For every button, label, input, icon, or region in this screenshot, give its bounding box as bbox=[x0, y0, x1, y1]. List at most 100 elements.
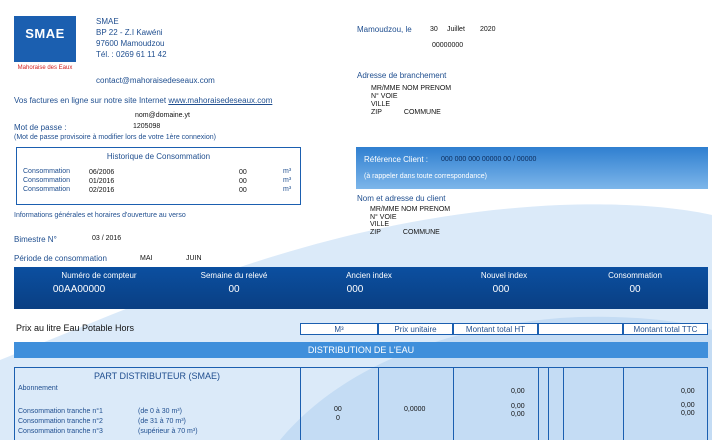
client-address-title: Nom et adresse du client bbox=[357, 194, 446, 203]
bimestre-label: Bimestre N° bbox=[14, 235, 57, 244]
client-address-commune: COMMUNE bbox=[402, 228, 440, 236]
price-label: Prix au litre Eau Potable Hors bbox=[16, 323, 135, 333]
period-from: MAI bbox=[140, 255, 153, 262]
history-row: Consommation bbox=[23, 177, 70, 184]
bimestre-value: 03 / 2016 bbox=[92, 235, 122, 242]
tranche-3-range: (supérieur à 70 m³) bbox=[138, 428, 198, 435]
company-address: SMAE BP 22 - Z.I Kawéni 97600 Mamoudzou … bbox=[96, 16, 167, 60]
client-ref-note: (à rappeler dans toute correspondance) bbox=[364, 173, 487, 180]
meter-value-week: 00 bbox=[228, 284, 240, 295]
history-title: Historique de Consommation bbox=[106, 152, 211, 161]
history-row-unit: m³ bbox=[283, 177, 292, 184]
history-row-unit: m³ bbox=[283, 186, 292, 193]
client-ref-value: 000 000 000 00000 00 / 00000 bbox=[441, 156, 537, 163]
branchement-title: Adresse de branchement bbox=[357, 71, 447, 80]
history-row-period: 06/2006 bbox=[89, 169, 115, 176]
meter-value-consumption: 00 bbox=[629, 284, 641, 295]
meter-value-new-index: 000 bbox=[492, 284, 510, 295]
online-invoices-label: Vos factures en ligne sur notre site Int… bbox=[14, 96, 169, 105]
meter-readings-band: Numéro de compteur Semaine du relevé Anc… bbox=[14, 267, 708, 309]
meter-header-old-index: Ancien index bbox=[346, 271, 392, 280]
history-row-unit: m³ bbox=[283, 168, 292, 175]
client-address-line2: N° VOIE bbox=[370, 213, 397, 221]
company-address-line2: 97600 Mamoudzou bbox=[96, 39, 165, 48]
history-row: Consommation bbox=[23, 186, 70, 193]
col-header-m3: M³ bbox=[300, 323, 378, 335]
history-row-label: Consommation bbox=[23, 177, 71, 184]
tranche-2-m3: 0 bbox=[336, 415, 340, 422]
tranche-1-ht: 0,00 bbox=[511, 403, 525, 410]
history-row-period: 02/2016 bbox=[89, 187, 115, 194]
meter-header-new-index: Nouvel index bbox=[480, 271, 528, 280]
invoice-number: 00000000 bbox=[432, 42, 464, 49]
tranche-unit-price: 0,0000 bbox=[404, 406, 426, 413]
history-row-label: Consommation bbox=[23, 168, 71, 175]
company-phone: Tél. : 0269 61 11 42 bbox=[96, 50, 167, 59]
meter-header-consumption: Consommation bbox=[608, 271, 662, 280]
col-header-total-ttc: Montant total TTC bbox=[623, 323, 708, 335]
tranche-2-range: (de 31 à 70 m³) bbox=[138, 418, 186, 425]
branchement-line2: N° VOIE bbox=[371, 93, 398, 100]
period-label: Période de consommation bbox=[14, 254, 107, 263]
password-label: Mot de passe : bbox=[14, 123, 67, 132]
branchement-commune: COMMUNE bbox=[403, 109, 441, 116]
login-email: nom@domaine.yt bbox=[135, 112, 190, 119]
company-address-line1: BP 22 - Z.I Kawéni bbox=[96, 28, 163, 37]
company-email[interactable]: contact@mahoraisedeseaux.com bbox=[96, 76, 215, 85]
distributor-title: PART DISTRIBUTEUR (SMAE) bbox=[93, 371, 220, 381]
branchement-line3: VILLE bbox=[371, 101, 391, 108]
client-ref-label: Référence Client : bbox=[364, 155, 429, 164]
client-reference-band: Référence Client : 000 000 000 00000 00 … bbox=[356, 147, 708, 189]
abonnement-ht: 0,00 bbox=[511, 388, 525, 395]
col-header-total-ht: Montant total HT bbox=[453, 323, 538, 335]
client-address-zip: ZIP bbox=[370, 228, 381, 236]
history-row-period: 01/2016 bbox=[89, 178, 115, 185]
website-link[interactable]: www.mahoraisedeseaux.com bbox=[168, 96, 272, 105]
history-row-value: 00 bbox=[239, 178, 247, 185]
branchement-address: MR/MME NOM PRENOM N° VOIE VILLE ZIP COMMU… bbox=[371, 85, 451, 117]
history-row: Consommation bbox=[23, 168, 70, 175]
client-address: MR/MME NOM PRENOM N° VOIE VILLE ZIP COMMU… bbox=[370, 206, 450, 236]
tranche-2-label: Consommation tranche n°2 bbox=[18, 418, 103, 425]
meter-header-number: Numéro de compteur bbox=[61, 271, 137, 280]
client-address-line3: VILLE bbox=[370, 221, 390, 228]
tranche-3-label: Consommation tranche n°3 bbox=[18, 428, 103, 435]
table-divider bbox=[548, 367, 549, 440]
date-day: 30 bbox=[430, 26, 438, 33]
history-row-value: 00 bbox=[239, 169, 247, 176]
table-divider bbox=[563, 367, 564, 440]
table-divider bbox=[538, 367, 539, 440]
meter-value-old-index: 000 bbox=[346, 284, 364, 295]
logo-tagline: Mahoraise des Eaux bbox=[17, 65, 73, 71]
company-name: SMAE bbox=[96, 17, 119, 26]
col-header-unit-price: Prix unitaire bbox=[378, 323, 453, 335]
meter-value-number: 00AA00000 bbox=[52, 284, 106, 295]
tranche-1-ttc: 0,00 bbox=[681, 402, 695, 409]
password-value: 1205098 bbox=[133, 123, 161, 130]
consumption-history-box: Historique de Consommation Consommation … bbox=[16, 147, 301, 205]
table-divider bbox=[453, 367, 454, 440]
tranche-1-m3: 00 bbox=[334, 406, 342, 413]
tranche-2-ht: 0,00 bbox=[511, 411, 525, 418]
distribution-title: DISTRIBUTION DE L'EAU bbox=[14, 342, 708, 358]
history-row-label: Consommation bbox=[23, 186, 71, 193]
table-divider bbox=[623, 367, 624, 440]
col-header-empty bbox=[538, 323, 623, 335]
date-place: Mamoudzou, le bbox=[357, 25, 412, 34]
tranche-1-label: Consommation tranche n°1 bbox=[18, 408, 103, 415]
table-divider bbox=[378, 367, 379, 440]
meter-header-week: Semaine du relevé bbox=[200, 271, 268, 280]
tranche-1-range: (de 0 à 30 m³) bbox=[138, 408, 182, 415]
tranche-2-ttc: 0,00 bbox=[681, 410, 695, 417]
period-to: JUIN bbox=[186, 255, 202, 262]
smae-logo: SMAE Mahoraise des Eaux bbox=[10, 14, 80, 80]
abonnement-ttc: 0,00 bbox=[681, 388, 695, 395]
date-year: 2020 bbox=[480, 26, 496, 33]
abonnement-label: Abonnement bbox=[18, 385, 58, 392]
info-text: Informations générales et horaires d'ouv… bbox=[14, 212, 186, 219]
date-month: Juillet bbox=[447, 26, 465, 33]
branchement-zip: ZIP bbox=[371, 109, 382, 116]
branchement-line1: MR/MME NOM PRENOM bbox=[371, 85, 452, 92]
table-divider bbox=[300, 367, 301, 440]
history-row-value: 00 bbox=[239, 187, 247, 194]
